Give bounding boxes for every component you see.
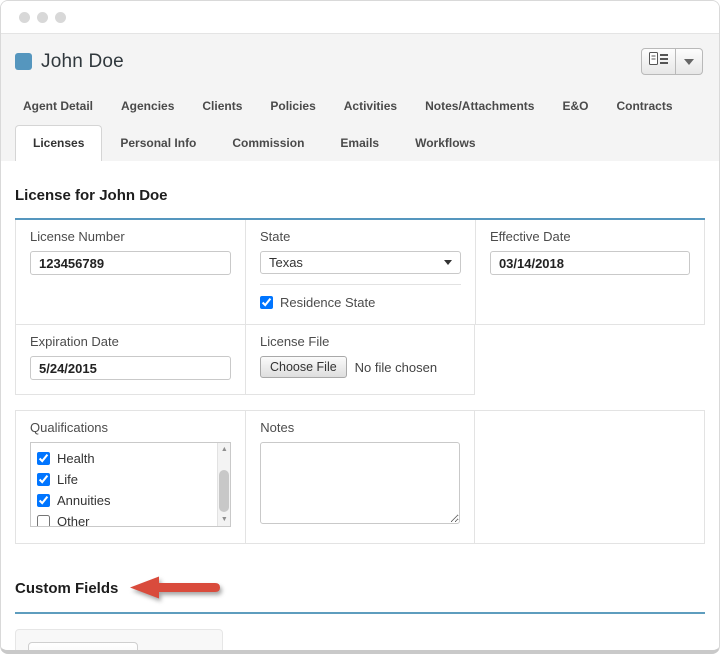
tab-workflows[interactable]: Workflows [397, 125, 493, 161]
empty-cell [475, 411, 704, 543]
state-select[interactable]: Texas [259, 251, 461, 274]
license-number-input[interactable] [30, 251, 231, 275]
tab-emails[interactable]: Emails [322, 125, 397, 161]
effective-date-label: Effective Date [489, 229, 571, 244]
license-file-cell: License File Choose File No file chosen [244, 325, 475, 395]
chevron-down-icon [684, 58, 694, 65]
window-dot-icon [55, 11, 66, 23]
select-caret-icon [443, 260, 452, 265]
qualification-option: Other [37, 511, 230, 526]
license-number-label: License Number [30, 229, 125, 244]
qualifications-cell: Qualifications Health Life Annuities Oth… [16, 411, 245, 543]
state-label: State [259, 229, 291, 244]
page-title: John Doe [41, 50, 124, 72]
state-divider [259, 284, 461, 285]
secondary-tab-bar: Licenses Personal Info Commission Emails… [1, 119, 719, 161]
qualification-option: Annuities [37, 490, 230, 511]
red-arrow-icon [128, 574, 222, 602]
tab-commission[interactable]: Commission [214, 125, 322, 161]
state-select-value: Texas [268, 255, 303, 270]
qualifications-label: Qualifications [30, 420, 109, 435]
custom-fields-title: Custom Fields [15, 579, 119, 597]
qualifications-scrollbar[interactable]: ▲ ▼ [217, 443, 231, 526]
notes-label: Notes [260, 420, 295, 435]
tab-agent-detail[interactable]: Agent Detail [9, 93, 107, 119]
qualification-checkbox[interactable] [37, 473, 50, 486]
tab-policies[interactable]: Policies [256, 93, 329, 119]
scroll-up-icon[interactable]: ▲ [218, 443, 230, 456]
record-header: John Doe [1, 34, 719, 87]
expiration-date-cell: Expiration Date [15, 325, 245, 395]
tab-notes-attachments[interactable]: Notes/Attachments [411, 93, 548, 119]
tab-activities[interactable]: Activities [330, 93, 411, 119]
qualifications-notes-group: Qualifications Health Life Annuities Oth… [15, 410, 705, 544]
app-window: John Doe Agent Detail Agencies Clients P… [0, 0, 720, 654]
effective-date-cell: Effective Date [474, 220, 705, 325]
window-titlebar [1, 1, 719, 34]
window-dot-icon [37, 11, 48, 23]
agent-color-icon [15, 53, 32, 70]
header-actions [641, 48, 703, 75]
license-file-label: License File [259, 334, 330, 349]
residence-state-label: Residence State [279, 295, 376, 310]
notes-textarea[interactable] [260, 442, 460, 524]
report-button[interactable] [641, 48, 676, 75]
residence-state-row: Residence State [259, 295, 461, 310]
tab-agencies[interactable]: Agencies [107, 93, 188, 119]
tab-licenses[interactable]: Licenses [15, 125, 103, 161]
empty-cell [475, 325, 705, 395]
header-dropdown-button[interactable] [676, 48, 703, 75]
scroll-down-icon[interactable]: ▼ [218, 513, 230, 526]
state-cell: State Texas Residence State [244, 220, 475, 325]
qualifications-listbox: Health Life Annuities Other ▲ ▼ [30, 442, 232, 527]
effective-date-input[interactable] [489, 251, 690, 275]
window-dot-icon [19, 11, 30, 23]
tab-clients[interactable]: Clients [188, 93, 256, 119]
qualification-option: Health [37, 448, 230, 469]
tab-personal-info[interactable]: Personal Info [102, 125, 214, 161]
choose-file-button[interactable]: Choose File [259, 356, 347, 378]
qualification-option: Life [37, 469, 230, 490]
add-edit-fields-button[interactable]: Add/Edit Fields [28, 642, 139, 650]
tab-contracts[interactable]: Contracts [602, 93, 686, 119]
qualification-checkbox[interactable] [37, 515, 50, 526]
qualification-checkbox[interactable] [37, 452, 50, 465]
document-list-icon [649, 52, 668, 71]
license-section-title: License for John Doe [15, 187, 168, 204]
file-chosen-status: No file chosen [354, 359, 438, 375]
scrollbar-thumb[interactable] [219, 470, 230, 512]
notes-cell: Notes [245, 411, 475, 543]
residence-state-checkbox[interactable] [259, 296, 273, 309]
expiration-date-input[interactable] [30, 356, 231, 380]
tab-e-o[interactable]: E&O [548, 93, 602, 119]
license-number-cell: License Number [15, 220, 245, 325]
license-form: License Number State Texas Residence Sta… [15, 218, 705, 395]
expiration-date-label: Expiration Date [30, 334, 119, 349]
primary-tab-bar: Agent Detail Agencies Clients Policies A… [1, 87, 719, 119]
custom-fields-rule [15, 612, 705, 614]
qualification-checkbox[interactable] [37, 494, 50, 507]
custom-fields-panel: Add/Edit Fields [15, 629, 223, 650]
